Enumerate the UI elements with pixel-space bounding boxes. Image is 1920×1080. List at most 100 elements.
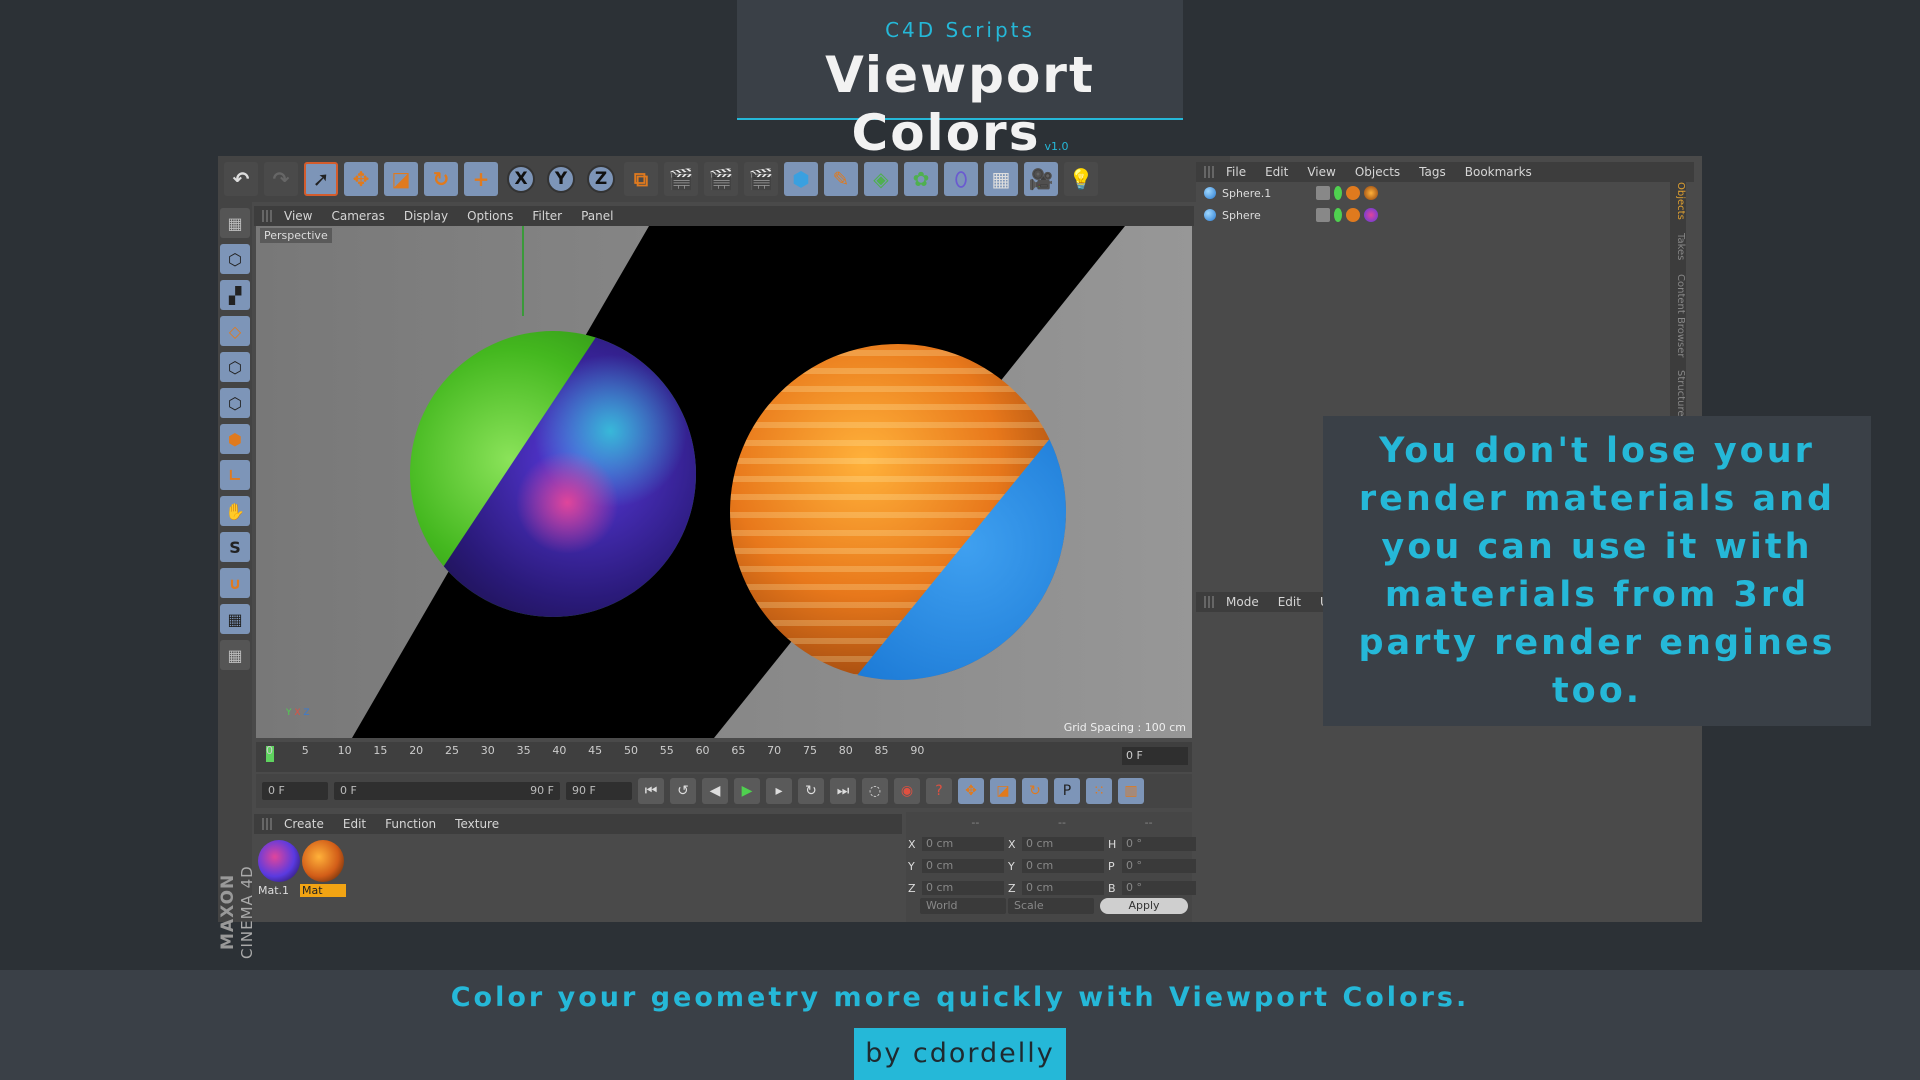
add-icon[interactable]: +	[464, 162, 498, 196]
enabled-check-icon[interactable]	[1334, 208, 1342, 222]
sphere-orange-material[interactable]	[730, 344, 1066, 680]
edges-mode-icon[interactable]: ⬡	[220, 388, 250, 418]
material-tag-icon[interactable]	[1364, 208, 1378, 222]
deformer-icon[interactable]: ⬯	[944, 162, 978, 196]
key-rotation-icon[interactable]: ↻	[1022, 778, 1048, 804]
texture-mode-icon[interactable]: ▞	[220, 280, 250, 310]
rotation-b-field[interactable]: 0 °	[1122, 881, 1204, 895]
menu-texture[interactable]: Texture	[455, 817, 499, 831]
scale-x-field[interactable]: 0 cm	[1022, 837, 1104, 851]
menu-view[interactable]: View	[1307, 165, 1335, 179]
autokey-icon[interactable]: ◉	[894, 778, 920, 804]
menu-view[interactable]: View	[284, 209, 312, 223]
points-mode-icon[interactable]: ⬡	[220, 352, 250, 382]
model-mode-icon[interactable]: ⬡	[220, 244, 250, 274]
select-icon[interactable]: ➚	[304, 162, 338, 196]
menu-bookmarks[interactable]: Bookmarks	[1465, 165, 1532, 179]
cube-icon[interactable]: ⬢	[784, 162, 818, 196]
z-axis-button[interactable]: Z	[587, 165, 615, 193]
prev-key-icon[interactable]: ↺	[670, 778, 696, 804]
enabled-check-icon[interactable]	[1334, 186, 1342, 200]
menu-panel[interactable]: Panel	[581, 209, 613, 223]
key-pla-icon[interactable]: ⁙	[1086, 778, 1112, 804]
render-view-icon[interactable]: 🎬	[664, 162, 698, 196]
vertex-color-tag-icon[interactable]	[1346, 208, 1360, 222]
tweak-mode-icon[interactable]: ✋	[220, 496, 250, 526]
rotate-icon[interactable]: ↻	[424, 162, 458, 196]
menu-edit[interactable]: Edit	[343, 817, 366, 831]
snap-icon[interactable]: S	[220, 532, 250, 562]
render-settings-icon[interactable]: 🎬	[744, 162, 778, 196]
visibility-icon[interactable]	[1316, 208, 1330, 222]
position-y-field[interactable]: 0 cm	[922, 859, 1004, 873]
scale-icon[interactable]: ◪	[384, 162, 418, 196]
position-z-field[interactable]: 0 cm	[922, 881, 1004, 895]
material-swatch[interactable]: Mat.1	[256, 838, 302, 898]
menu-objects[interactable]: Objects	[1355, 165, 1400, 179]
world-dropdown[interactable]: World	[920, 898, 1006, 914]
next-frame-icon[interactable]: ▸	[766, 778, 792, 804]
prev-frame-icon[interactable]: ◀	[702, 778, 728, 804]
viewport-layout-icon[interactable]: ▦	[220, 208, 250, 238]
menu-tags[interactable]: Tags	[1419, 165, 1446, 179]
undo-icon[interactable]: ↶	[224, 162, 258, 196]
object-row[interactable]: Sphere.1	[1204, 184, 1378, 202]
vertex-color-tag-icon[interactable]	[1346, 186, 1360, 200]
menu-options[interactable]: Options	[467, 209, 513, 223]
viewport-camera-label[interactable]: Perspective	[260, 228, 332, 243]
workplane-icon[interactable]: ◇	[220, 316, 250, 346]
y-axis-button[interactable]: Y	[547, 165, 575, 193]
tab-takes[interactable]: Takes	[1675, 233, 1686, 260]
max-frame-field[interactable]: 90 F	[566, 782, 632, 800]
camera-icon[interactable]: 🎥	[1024, 162, 1058, 196]
menu-mode[interactable]: Mode	[1226, 595, 1259, 609]
goto-start-icon[interactable]: ⏮	[638, 778, 664, 804]
x-axis-button[interactable]: X	[507, 165, 535, 193]
menu-function[interactable]: Function	[385, 817, 436, 831]
scale-dropdown[interactable]: Scale	[1008, 898, 1094, 914]
start-frame-field[interactable]: 0 F	[262, 782, 328, 800]
floor-icon[interactable]: ▦	[984, 162, 1018, 196]
material-tag-icon[interactable]	[1364, 186, 1378, 200]
key-parameter-icon[interactable]: P	[1054, 778, 1080, 804]
next-key-icon[interactable]: ↻	[798, 778, 824, 804]
lock-workplane-icon[interactable]: ▦	[220, 604, 250, 634]
current-frame-field[interactable]: 0 F	[1122, 747, 1188, 765]
menu-filter[interactable]: Filter	[532, 209, 562, 223]
key-scale-icon[interactable]: ◪	[990, 778, 1016, 804]
menu-edit[interactable]: Edit	[1278, 595, 1301, 609]
menu-display[interactable]: Display	[404, 209, 448, 223]
tab-objects[interactable]: Objects	[1675, 182, 1686, 220]
visibility-icon[interactable]	[1316, 186, 1330, 200]
pen-icon[interactable]: ✎	[824, 162, 858, 196]
position-x-field[interactable]: 0 cm	[922, 837, 1004, 851]
key-position-icon[interactable]: ✥	[958, 778, 984, 804]
tab-structure[interactable]: Structure	[1675, 370, 1686, 417]
scale-z-field[interactable]: 0 cm	[1022, 881, 1104, 895]
cloner-icon[interactable]: ✿	[904, 162, 938, 196]
record-icon[interactable]: ◌	[862, 778, 888, 804]
sphere-green-viewport-color[interactable]	[410, 331, 696, 617]
render-icon[interactable]: 🎬	[704, 162, 738, 196]
frame-range-slider[interactable]: 0 F 90 F	[334, 782, 560, 800]
tab-content-browser[interactable]: Content Browser	[1675, 274, 1686, 357]
scheme-icon[interactable]: ▥	[1118, 778, 1144, 804]
object-row[interactable]: Sphere	[1204, 206, 1378, 224]
timeline[interactable]: 0 5 10 15 20 25 30 35 40 45 50 55 60 65 …	[256, 742, 1192, 772]
light-icon[interactable]: 💡	[1064, 162, 1098, 196]
material-swatch-selected[interactable]: Mat	[300, 838, 346, 898]
rotation-p-field[interactable]: 0 °	[1122, 859, 1204, 873]
polygons-mode-icon[interactable]: ⬢	[220, 424, 250, 454]
magnet-icon[interactable]: ∪	[220, 568, 250, 598]
viewport[interactable]: Perspective Y X Z Grid Spacing : 100 cm	[256, 226, 1192, 738]
menu-cameras[interactable]: Cameras	[331, 209, 384, 223]
axis-mode-icon[interactable]: ∟	[220, 460, 250, 490]
menu-file[interactable]: File	[1226, 165, 1246, 179]
rotation-h-field[interactable]: 0 °	[1122, 837, 1204, 851]
menu-create[interactable]: Create	[284, 817, 324, 831]
goto-end-icon[interactable]: ⏭	[830, 778, 856, 804]
apply-button[interactable]: Apply	[1100, 898, 1188, 914]
coord-system-icon[interactable]: ⧉	[624, 162, 658, 196]
menu-edit[interactable]: Edit	[1265, 165, 1288, 179]
play-icon[interactable]: ▶	[734, 778, 760, 804]
